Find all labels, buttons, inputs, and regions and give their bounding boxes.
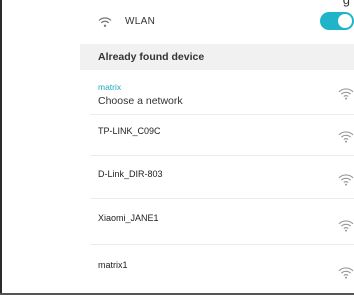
wlan-toggle[interactable] — [320, 12, 354, 30]
network-row-tp-link[interactable]: TP-LINK_C09C — [80, 118, 354, 152]
network-row-matrix[interactable]: matrix Choose a network — [80, 78, 354, 112]
header-partial-text: g — [343, 0, 350, 7]
divider — [90, 244, 354, 245]
left-edge-border — [0, 0, 2, 295]
toggle-knob — [338, 14, 352, 28]
divider — [90, 155, 354, 156]
wifi-signal-icon — [338, 220, 354, 232]
network-row-matrix1[interactable]: matrix1 — [80, 250, 354, 288]
network-row-d-link[interactable]: D-Link_DIR-803 — [80, 160, 354, 194]
network-name: Xiaomi_JANE1 — [98, 213, 159, 223]
wifi-signal-icon — [338, 267, 354, 279]
network-name: matrix — [98, 82, 122, 92]
wifi-icon — [98, 17, 112, 27]
wlan-row[interactable]: WLAN — [80, 9, 354, 37]
divider — [90, 198, 354, 199]
network-subtitle: Choose a network — [98, 95, 183, 107]
section-title: Already found device — [98, 51, 205, 63]
divider — [90, 114, 354, 115]
wlan-label: WLAN — [125, 16, 156, 27]
wifi-signal-icon — [338, 174, 354, 186]
network-name: TP-LINK_C09C — [98, 126, 161, 136]
network-name: matrix1 — [98, 260, 128, 270]
section-header: Already found device — [80, 44, 354, 70]
network-row-xiaomi[interactable]: Xiaomi_JANE1 — [80, 203, 354, 239]
wifi-signal-icon — [338, 88, 354, 100]
network-name: D-Link_DIR-803 — [98, 169, 163, 179]
wlan-settings-panel: g WLAN Already found device matrix Choos… — [80, 0, 354, 293]
wifi-signal-icon — [338, 131, 354, 143]
